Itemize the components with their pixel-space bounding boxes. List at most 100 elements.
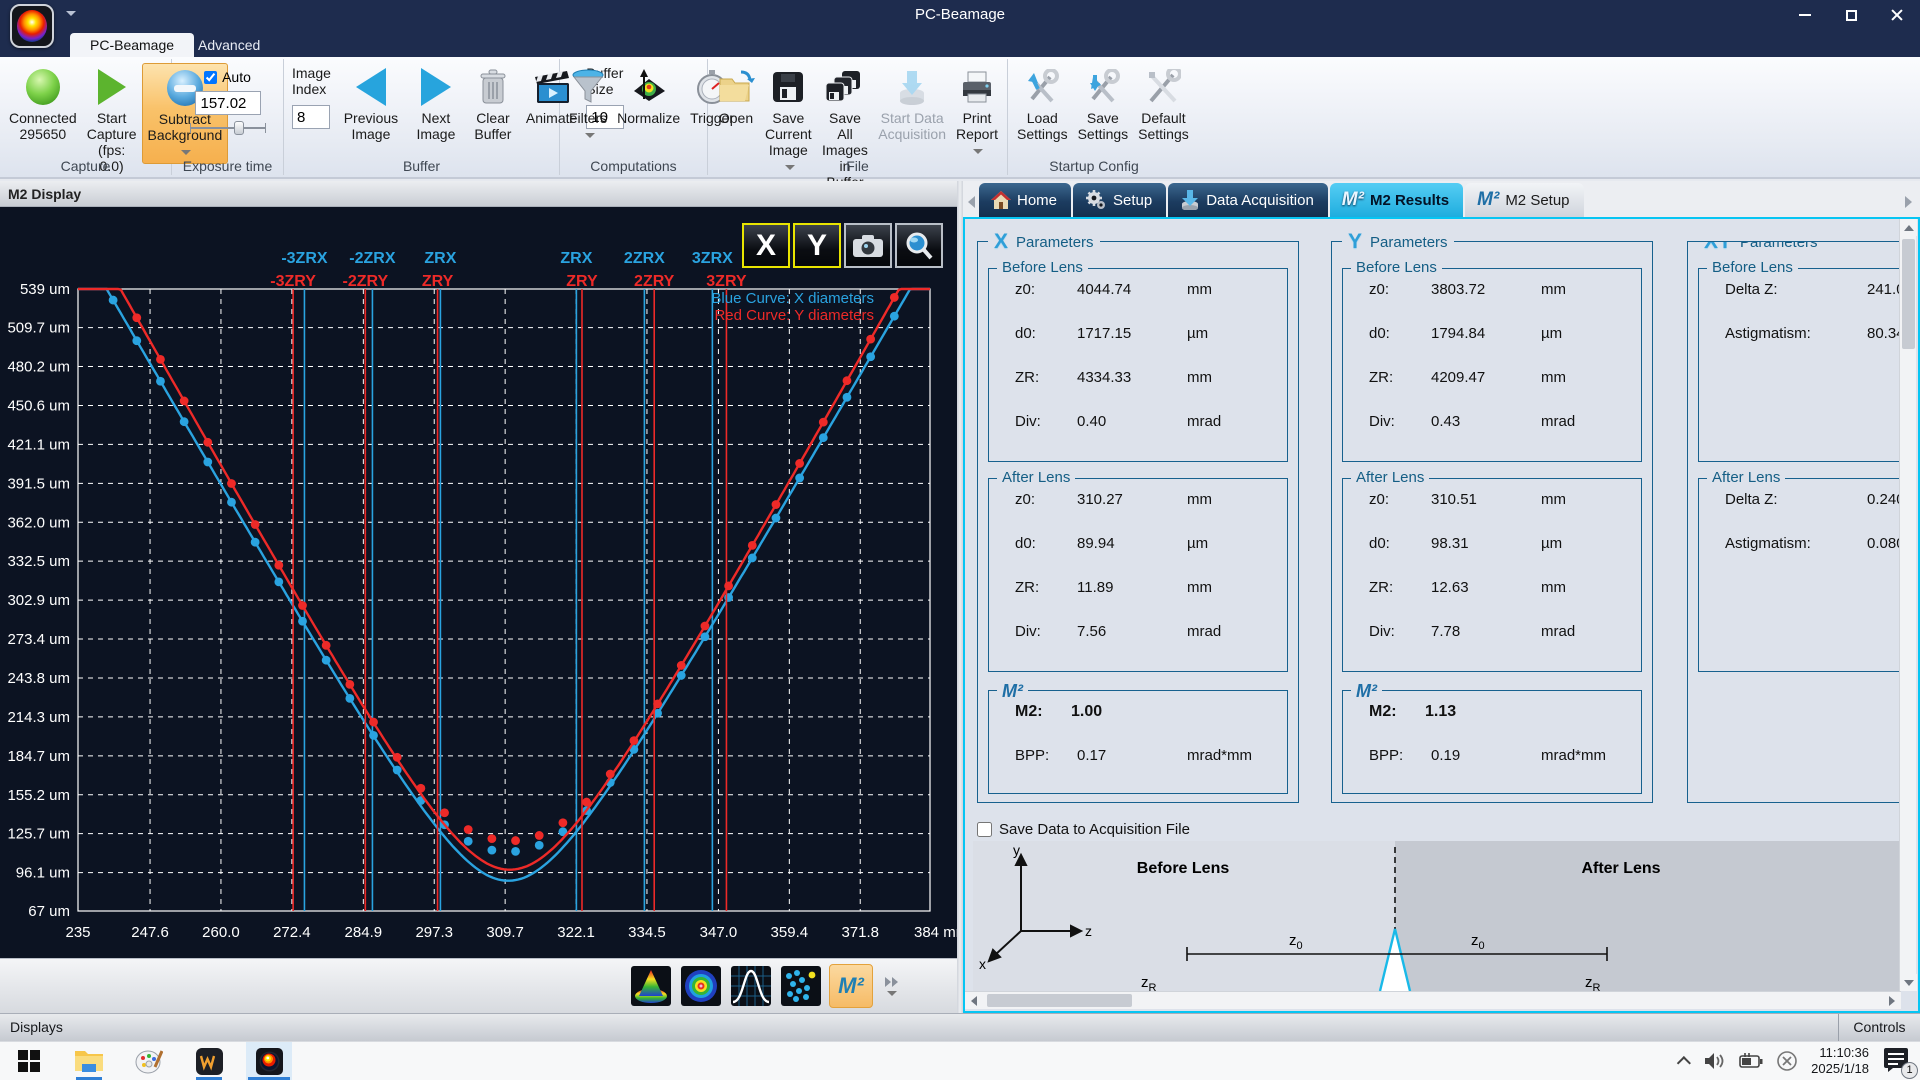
svg-text:260.0: 260.0	[202, 924, 240, 941]
snapshot-button[interactable]	[844, 223, 892, 268]
volume-icon[interactable]	[1704, 1052, 1726, 1070]
caret-down-icon	[887, 991, 897, 996]
tray-time: 11:10:36	[1811, 1045, 1869, 1061]
taskbar-paint[interactable]	[126, 1042, 172, 1080]
close-button[interactable]	[1874, 0, 1920, 30]
save-settings-button[interactable]: Save Settings	[1073, 63, 1134, 146]
param-cell: d0:	[1015, 325, 1077, 357]
horizontal-scroll-thumb[interactable]	[987, 994, 1132, 1007]
svg-text:x: x	[979, 956, 986, 972]
toolbar-overflow-button[interactable]	[879, 966, 905, 1006]
scroll-right-button[interactable]	[1883, 992, 1901, 1010]
auto-exposure-checkbox[interactable]	[204, 71, 217, 84]
vertical-scroll-thumb[interactable]	[1902, 239, 1915, 349]
tab-home[interactable]: Home	[979, 183, 1071, 217]
save-all-images-button[interactable]: Save All Images in Buffer	[817, 63, 874, 194]
view-profile-button[interactable]	[729, 964, 773, 1008]
tab-m2-results[interactable]: M² M2 Results	[1330, 183, 1463, 217]
vertical-scrollbar[interactable]	[1899, 219, 1916, 991]
close-icon	[1890, 8, 1904, 22]
tray-expand-icon[interactable]	[1677, 1056, 1691, 1070]
tab-setup[interactable]: Setup	[1073, 183, 1166, 217]
notification-center-button[interactable]: 1	[1882, 1046, 1912, 1076]
next-image-button[interactable]: Next Image	[407, 63, 465, 146]
param-cell: mm	[1541, 491, 1641, 523]
scroll-up-button[interactable]	[1900, 219, 1917, 236]
group-label-exposure: Exposure time	[172, 158, 283, 174]
normalize-button[interactable]: Normalize	[612, 63, 685, 130]
param-cell: 1.13	[1425, 703, 1535, 735]
previous-image-button[interactable]: Previous Image	[335, 63, 407, 146]
view-m2-button[interactable]: M²	[829, 964, 873, 1008]
tabs-scroll-right-button[interactable]	[1900, 187, 1916, 217]
arrow-left-icon	[356, 68, 386, 106]
svg-text:3ZRY: 3ZRY	[706, 273, 747, 290]
save-data-checkbox[interactable]	[977, 822, 992, 837]
slider-thumb[interactable]	[234, 121, 244, 135]
param-row: d0:1717.15µm	[989, 313, 1287, 357]
view-pointing-button[interactable]	[779, 964, 823, 1008]
param-row: d0:89.94µm	[989, 523, 1287, 567]
tab-data-acquisition[interactable]: Data Acquisition	[1168, 183, 1328, 217]
param-row: Astigmatism:0.080	[1699, 523, 1901, 567]
svg-text:334.5: 334.5	[628, 924, 666, 941]
dropdown-caret-icon	[973, 149, 983, 154]
taskbar-wps[interactable]	[186, 1042, 232, 1080]
param-cell: 89.94	[1077, 535, 1187, 567]
battery-icon[interactable]	[1739, 1053, 1763, 1069]
load-settings-button[interactable]: Load Settings	[1012, 63, 1073, 146]
svg-text:2ZRX: 2ZRX	[624, 250, 665, 267]
svg-text:-3ZRY: -3ZRY	[270, 273, 316, 290]
open-button[interactable]: Open	[712, 63, 760, 130]
start-data-acquisition-button[interactable]: Start Data Acquisition	[873, 63, 951, 146]
param-cell: Div:	[1015, 413, 1077, 445]
maximize-button[interactable]	[1828, 0, 1874, 30]
svg-text:-2ZRY: -2ZRY	[343, 273, 389, 290]
minimize-button[interactable]	[1782, 0, 1828, 30]
default-settings-button[interactable]: Default Settings	[1133, 63, 1194, 146]
taskbar-pc-beamage[interactable]	[246, 1042, 292, 1080]
param-cell: Delta Z:	[1725, 491, 1867, 523]
svg-text:332.5 um: 332.5 um	[7, 553, 70, 570]
scroll-left-button[interactable]	[965, 992, 983, 1010]
param-cell: 98.31	[1431, 535, 1541, 567]
print-report-button[interactable]: Print Report	[951, 63, 1003, 162]
app-logo-icon[interactable]	[10, 4, 54, 48]
scroll-down-button[interactable]	[1900, 974, 1917, 991]
param-row: ZR:4334.33mm	[989, 357, 1287, 401]
horizontal-scrollbar[interactable]	[965, 991, 1901, 1009]
tabs-scroll-left-button[interactable]	[963, 187, 979, 217]
pc-beamage-icon	[256, 1048, 283, 1075]
zoom-button[interactable]	[895, 223, 943, 268]
toggle-y-curve-button[interactable]: Y	[793, 223, 841, 268]
param-cell: 4334.33	[1077, 369, 1187, 401]
svg-text:480.2 um: 480.2 um	[7, 358, 70, 375]
disconnect-status-icon[interactable]	[1776, 1050, 1798, 1072]
view-3d-button[interactable]	[629, 964, 673, 1008]
start-button[interactable]	[6, 1042, 52, 1080]
param-cell: ZR:	[1015, 579, 1077, 611]
ribbon-tab-advanced[interactable]: Advanced	[178, 33, 280, 57]
tools-load-icon	[1024, 67, 1060, 107]
ribbon-tab-pc-beamage[interactable]: PC-Beamage	[70, 33, 194, 57]
param-row: Astigmatism:80.340	[1699, 313, 1901, 357]
toggle-x-curve-button[interactable]: X	[742, 223, 790, 268]
status-displays: Displays	[10, 1014, 63, 1041]
clear-buffer-button[interactable]: Clear Buffer	[465, 63, 521, 146]
param-cell: Delta Z:	[1725, 281, 1867, 313]
taskbar-clock[interactable]: 11:10:36 2025/1/18	[1811, 1045, 1869, 1077]
svg-text:235: 235	[65, 924, 90, 941]
exposure-slider[interactable]	[190, 121, 266, 135]
status-controls[interactable]: Controls	[1838, 1014, 1920, 1042]
exposure-input[interactable]	[195, 91, 261, 115]
param-cell: 0.19	[1431, 747, 1541, 779]
taskbar-file-explorer[interactable]	[66, 1042, 112, 1080]
tab-m2-setup[interactable]: M² M2 Setup	[1465, 183, 1583, 217]
param-row: BPP:0.17mrad*mm	[989, 735, 1287, 779]
view-2d-button[interactable]	[679, 964, 723, 1008]
image-index-input[interactable]	[292, 105, 330, 129]
x-glyph-icon: X	[994, 230, 1008, 254]
connected-button[interactable]: Connected295650	[4, 63, 82, 146]
svg-text:Red Curve: Y diameters: Red Curve: Y diameters	[714, 307, 874, 324]
filters-button[interactable]: Filters	[564, 63, 612, 146]
